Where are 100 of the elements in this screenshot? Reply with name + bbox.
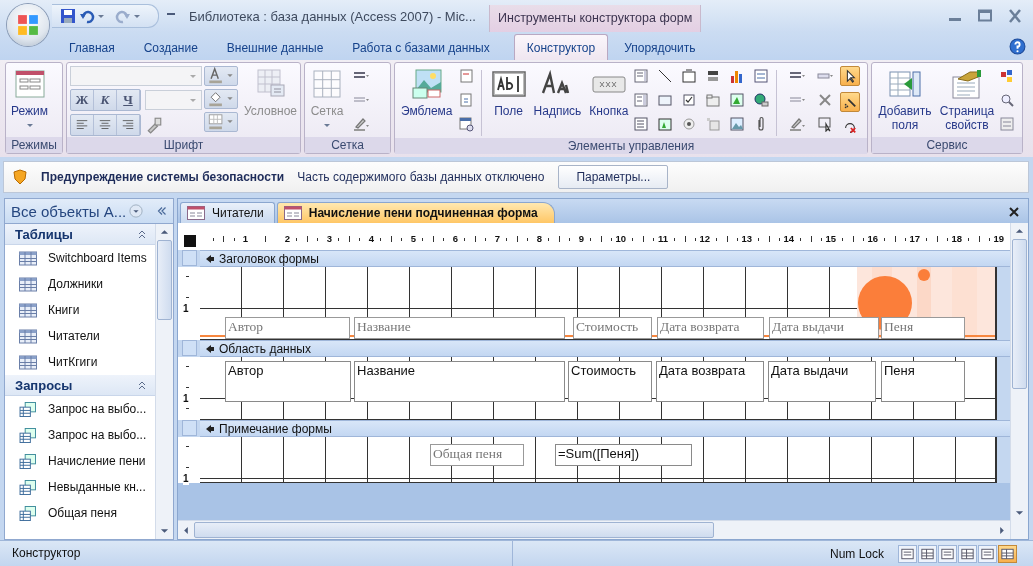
- table-icon[interactable]: [19, 276, 37, 292]
- nav-item[interactable]: Читатели: [5, 323, 155, 349]
- section-bar[interactable]: Примечание формы: [200, 420, 1010, 437]
- form-icon[interactable]: [187, 206, 205, 220]
- help-icon[interactable]: [1009, 38, 1026, 55]
- close-icon[interactable]: [1009, 207, 1019, 217]
- combo-box-icon[interactable]: [633, 92, 650, 108]
- add-fields-icon[interactable]: [888, 68, 922, 100]
- query-icon[interactable]: [19, 453, 37, 469]
- view-icon[interactable]: [998, 544, 1017, 563]
- nav-item[interactable]: Switchboard Items: [5, 245, 155, 271]
- document-tab[interactable]: Начисление пени подчиненная форма: [276, 202, 555, 223]
- command-button[interactable]: Кнопка: [587, 66, 631, 120]
- nav-item[interactable]: Должники: [5, 271, 155, 297]
- maximize-icon[interactable]: [975, 9, 995, 23]
- zoom-icon[interactable]: [999, 92, 1015, 108]
- table-icon[interactable]: [19, 250, 37, 266]
- table-icon[interactable]: [19, 302, 37, 318]
- fill-color-icon[interactable]: [204, 89, 238, 109]
- logo-button[interactable]: Эмблема: [399, 66, 455, 120]
- label-frame-icon[interactable]: [681, 68, 698, 84]
- date-field-icon[interactable]: [457, 68, 474, 84]
- view-icon[interactable]: [938, 544, 957, 563]
- line-icon[interactable]: [657, 68, 674, 84]
- nav-group-header[interactable]: Запросы: [5, 375, 155, 396]
- image-frame-icon[interactable]: [729, 92, 746, 108]
- nav-item[interactable]: Запрос на выбо...: [5, 422, 155, 448]
- list-box-icon[interactable]: [633, 68, 650, 84]
- gridlines-icon[interactable]: [204, 112, 238, 132]
- form-label[interactable]: Название: [354, 317, 565, 339]
- wand-icon[interactable]: [840, 92, 861, 112]
- collapse-icon[interactable]: [137, 380, 147, 390]
- page-number-icon[interactable]: [457, 92, 474, 108]
- hyperlink-icon[interactable]: [753, 92, 770, 108]
- text-box[interactable]: Автор: [225, 361, 351, 402]
- pointer-icon[interactable]: [840, 66, 861, 86]
- form-label[interactable]: Автор: [225, 317, 350, 339]
- ribbon-tab[interactable]: Создание: [130, 34, 211, 60]
- label-button[interactable]: Надпись: [531, 66, 584, 120]
- bold-button[interactable]: Ж: [71, 90, 94, 110]
- text-box-icon[interactable]: [491, 68, 526, 100]
- picture-icon[interactable]: [729, 116, 746, 132]
- nav-item[interactable]: Невыданные кн...: [5, 474, 155, 500]
- redo-icon[interactable]: [115, 8, 131, 24]
- bound-frame-icon[interactable]: [657, 116, 674, 132]
- text-box[interactable]: Пеня: [881, 361, 965, 402]
- nav-item[interactable]: ЧитКгиги: [5, 349, 155, 375]
- save-icon[interactable]: [60, 8, 76, 24]
- shapes-icon[interactable]: [999, 68, 1015, 84]
- ribbon-tab[interactable]: Главная: [56, 34, 128, 60]
- form-label[interactable]: Общая пеня: [430, 444, 524, 466]
- format-painter-icon[interactable]: [145, 116, 163, 134]
- query-icon[interactable]: [19, 505, 37, 521]
- table-icon[interactable]: [19, 354, 37, 370]
- add-fields-button[interactable]: Добавить поля: [875, 66, 935, 134]
- form-icon[interactable]: [283, 206, 302, 220]
- nav-group-header[interactable]: Таблицы: [5, 224, 155, 245]
- text-field-button[interactable]: Поле: [489, 66, 528, 120]
- text-box[interactable]: Название: [354, 361, 565, 402]
- scrollbar-thumb[interactable]: [157, 240, 172, 320]
- undo-icon[interactable]: [79, 8, 95, 24]
- font-color-icon[interactable]: [204, 66, 238, 86]
- calendar-icon[interactable]: [457, 116, 474, 132]
- ribbon-tab[interactable]: Работа с базами данных: [339, 34, 503, 60]
- form-label[interactable]: Дата выдачи: [769, 317, 879, 339]
- logo-icon[interactable]: [17, 14, 39, 36]
- form-label[interactable]: Стоимость: [573, 317, 652, 339]
- rectangle-icon[interactable]: [657, 92, 674, 108]
- view-icon[interactable]: [898, 544, 917, 563]
- query-icon[interactable]: [19, 427, 37, 443]
- checkbox-icon[interactable]: [681, 92, 698, 108]
- property-sheet-button[interactable]: Страница свойств: [937, 66, 997, 134]
- caret-icon[interactable]: [98, 14, 104, 18]
- collapse-icon[interactable]: [155, 204, 169, 218]
- options-button[interactable]: Параметры...: [558, 165, 669, 189]
- nav-item[interactable]: Начисление пени: [5, 448, 155, 474]
- nav-item[interactable]: Общая пеня: [5, 500, 155, 526]
- text-box[interactable]: Дата выдачи: [768, 361, 876, 402]
- ribbon-tab[interactable]: Конструктор: [513, 34, 609, 60]
- caret-icon[interactable]: [134, 14, 140, 18]
- section-bar[interactable]: Область данных: [200, 340, 1010, 357]
- view-icon[interactable]: [918, 544, 937, 563]
- tab-control-icon[interactable]: [705, 92, 722, 108]
- query-icon[interactable]: [19, 479, 37, 495]
- scrollbar-thumb[interactable]: [1012, 239, 1027, 389]
- dropdown-icon[interactable]: [129, 204, 144, 218]
- form-icon[interactable]: [12, 68, 47, 100]
- nav-item[interactable]: Книги: [5, 297, 155, 323]
- arrow-icon[interactable]: [205, 423, 215, 434]
- table-icon[interactable]: [19, 328, 37, 344]
- form-label[interactable]: Пеня: [881, 317, 965, 339]
- list-icon[interactable]: [633, 116, 650, 132]
- italic-button[interactable]: К: [94, 90, 117, 110]
- image-icon[interactable]: [409, 68, 444, 100]
- document-tab[interactable]: Читатели: [180, 202, 275, 223]
- view-icon[interactable]: [958, 544, 977, 563]
- nav-item[interactable]: Запрос на выбо...: [5, 396, 155, 422]
- arrow-icon[interactable]: [205, 253, 215, 264]
- underline-button[interactable]: Ч: [117, 90, 140, 110]
- radio-icon[interactable]: [681, 116, 698, 132]
